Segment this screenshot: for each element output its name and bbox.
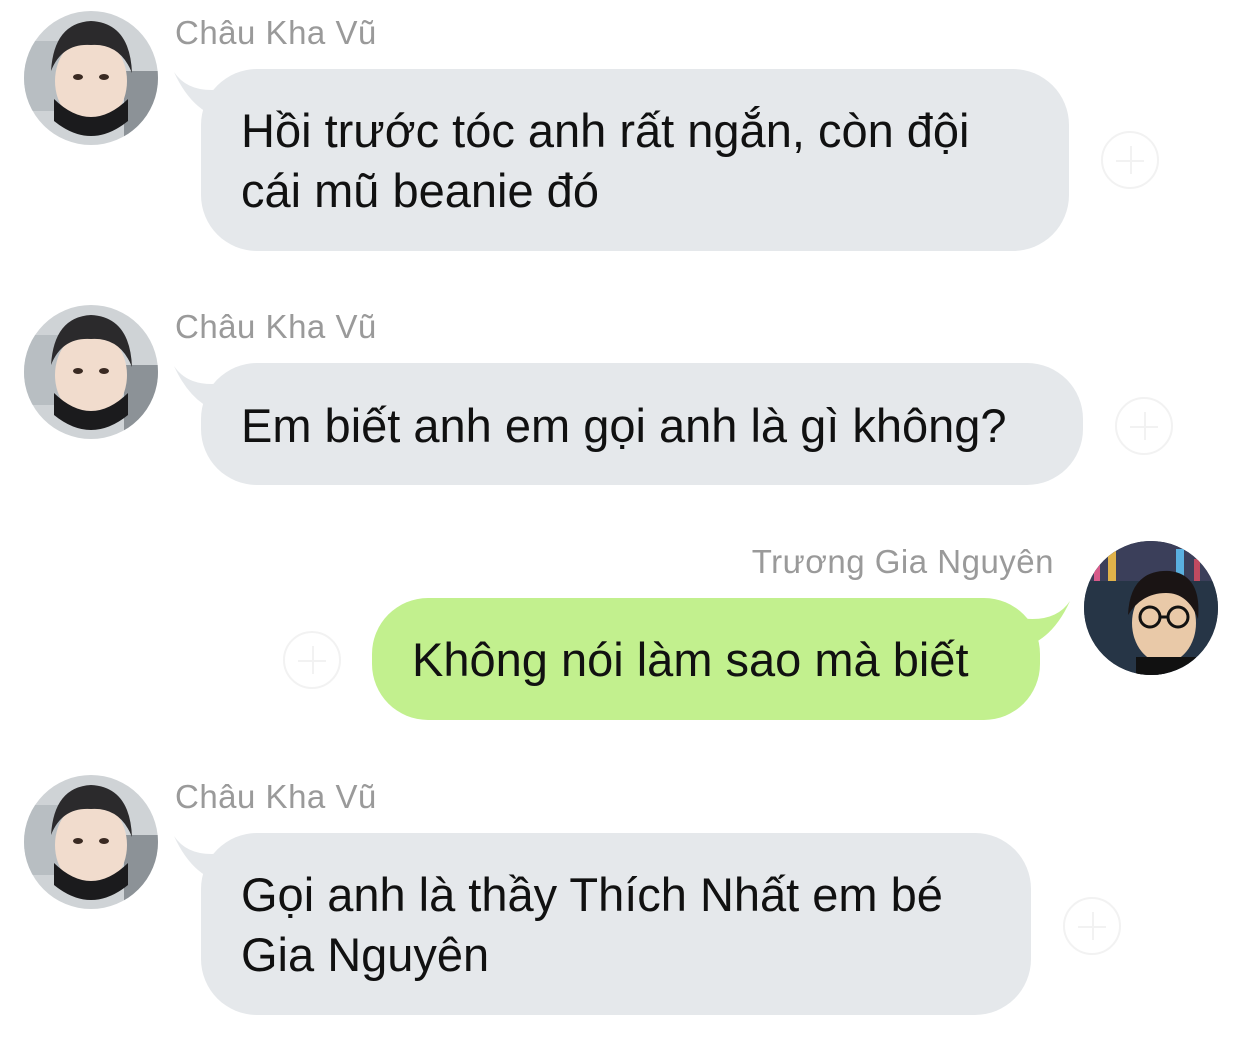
message-text-line: Gọi anh là thầy Thích Nhất em bé bbox=[241, 868, 943, 921]
sender-name: Trương Gia Nguyên bbox=[751, 543, 1054, 580]
sender-name: Châu Kha Vũ bbox=[175, 14, 377, 51]
add-reaction-icon[interactable] bbox=[1115, 397, 1173, 455]
message-text-line: cái mũ beanie đó bbox=[241, 164, 599, 217]
avatar-image bbox=[1084, 541, 1218, 675]
avatar-image bbox=[24, 775, 158, 909]
add-reaction-icon[interactable] bbox=[283, 631, 341, 689]
message-bubble[interactable]: Hồi trước tóc anh rất ngắn, còn đội cái … bbox=[201, 69, 1069, 251]
avatar[interactable] bbox=[24, 305, 158, 439]
avatar[interactable] bbox=[24, 775, 158, 909]
avatar[interactable] bbox=[24, 11, 158, 145]
avatar-image bbox=[24, 11, 158, 145]
message-bubble[interactable]: Không nói làm sao mà biết bbox=[372, 598, 1040, 720]
avatar-image bbox=[24, 305, 158, 439]
message-text-line: Em biết anh em gọi anh là gì không? bbox=[241, 399, 1007, 452]
message-text-line: Gia Nguyên bbox=[241, 928, 490, 981]
add-reaction-icon[interactable] bbox=[1101, 131, 1159, 189]
message-bubble[interactable]: Em biết anh em gọi anh là gì không? bbox=[201, 363, 1083, 485]
sender-name: Châu Kha Vũ bbox=[175, 778, 377, 815]
message-text-line: Hồi trước tóc anh rất ngắn, còn đội bbox=[241, 104, 970, 157]
sender-name: Châu Kha Vũ bbox=[175, 308, 377, 345]
message-text-line: Không nói làm sao mà biết bbox=[412, 633, 969, 686]
avatar[interactable] bbox=[1084, 541, 1218, 675]
message-bubble[interactable]: Gọi anh là thầy Thích Nhất em bé Gia Ngu… bbox=[201, 833, 1031, 1015]
add-reaction-icon[interactable] bbox=[1063, 897, 1121, 955]
